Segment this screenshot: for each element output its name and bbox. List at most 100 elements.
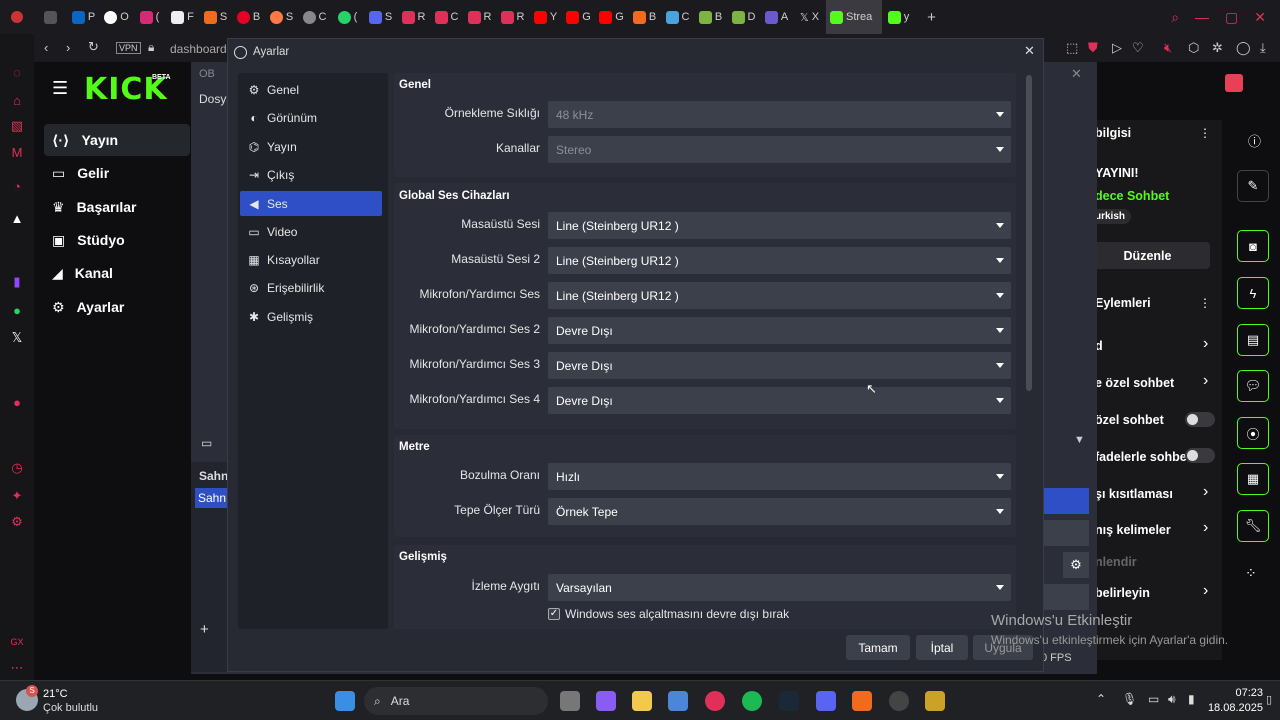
browser-tab[interactable]: y (882, 0, 915, 34)
checkbox-checked-icon[interactable]: ✓ (548, 608, 560, 620)
browser-tab[interactable]: S (199, 0, 232, 34)
clock-time[interactable]: 07:23 (1211, 687, 1263, 699)
nav-item-output[interactable]: ⇥ Çıkış (240, 162, 382, 187)
download-icon[interactable]: ⤓ (1260, 40, 1266, 56)
browser-tab[interactable]: G (595, 0, 628, 34)
gx-icon[interactable]: GX (9, 634, 25, 650)
kick-nav-channel[interactable]: ◢ Kanal (44, 257, 190, 289)
browser-tab[interactable]: C (661, 0, 694, 34)
app-icon[interactable] (925, 691, 945, 711)
play-icon[interactable]: ▷ (1112, 40, 1122, 56)
browser-tab[interactable]: C (430, 0, 463, 34)
browser-tab[interactable]: 𝕏X (793, 0, 826, 34)
obs-icon[interactable] (889, 691, 909, 711)
desktop-audio-select[interactable]: Line (Steinberg UR12 ) (548, 212, 1011, 239)
kick-nav-achievements[interactable]: ♛ Başarılar (44, 191, 190, 223)
control-button[interactable] (1043, 584, 1089, 610)
cancel-button[interactable]: İptal (916, 635, 968, 660)
chevron-right-icon[interactable]: › (1203, 483, 1208, 501)
browser-tab[interactable]: S (364, 0, 397, 34)
dock-icon[interactable]: ▭ (201, 436, 212, 450)
nav-item-hotkeys[interactable]: ▦ Kısayollar (240, 247, 382, 272)
whatsapp-icon[interactable]: ● (9, 302, 25, 318)
browser-tab[interactable]: O (100, 0, 133, 34)
wrench-icon[interactable]: 🔧︎ (1237, 510, 1269, 542)
kick-nav-stream[interactable]: ⟨·⟩ Yayın (44, 124, 190, 156)
clock-date[interactable]: 18.08.2025 (1205, 702, 1263, 714)
volume-icon[interactable]: 🔊︎ (1168, 692, 1176, 707)
nav-item-audio[interactable]: ◀︎ Ses (240, 191, 382, 216)
browser-tab[interactable]: D (727, 0, 760, 34)
chevron-up-icon[interactable]: ⌃ (1096, 692, 1106, 706)
kick-nav-settings[interactable]: ⚙ Ayarlar (44, 291, 190, 323)
browser-tab[interactable] (34, 0, 67, 34)
mic-aux-3-select[interactable]: Devre Dışı (548, 352, 1011, 379)
task-view-icon[interactable] (560, 691, 580, 711)
minimize-icon[interactable]: — (1195, 9, 1209, 25)
twitch-icon[interactable]: ▮ (9, 274, 25, 290)
action-item[interactable]: nlendir (1095, 555, 1137, 569)
heart-icon[interactable]: ♡ (1132, 40, 1144, 56)
lightning-icon[interactable]: ϟ (1237, 277, 1269, 309)
chevron-right-icon[interactable]: › (1203, 372, 1208, 390)
snapshot-icon[interactable]: ⬚ (1066, 40, 1078, 56)
browser-tab[interactable]: S (265, 0, 298, 34)
close-icon[interactable]: ✕ (1071, 66, 1082, 82)
adblock-icon[interactable]: ⛊ (1088, 40, 1098, 56)
mic-aux-4-select[interactable]: Devre Dışı (548, 387, 1011, 414)
desktop-audio-2-select[interactable]: Line (Steinberg UR12 ) (548, 247, 1011, 274)
vpn-badge[interactable]: VPN (116, 42, 141, 54)
mic-aux-2-select[interactable]: Devre Dışı (548, 317, 1011, 344)
browser-tab[interactable]: A (760, 0, 793, 34)
start-icon[interactable] (335, 691, 355, 711)
action-item[interactable]: nış kelimeler (1095, 523, 1171, 537)
x-icon[interactable]: 𝕏 (9, 330, 25, 346)
reload-icon[interactable]: ↻ (88, 39, 99, 55)
notifications-icon[interactable]: ▯ (1266, 693, 1272, 706)
new-tab-button[interactable]: + (915, 0, 948, 34)
browser-tab[interactable]: Y (529, 0, 562, 34)
nav-item-advanced[interactable]: ✱ Gelişmiş (240, 304, 382, 329)
sample-rate-select[interactable]: 48 kHz (548, 101, 1011, 128)
browser-tab[interactable]: B (232, 0, 265, 34)
monitoring-device-select[interactable]: Varsayılan (548, 574, 1011, 601)
steam-icon[interactable] (779, 691, 799, 711)
forward-icon[interactable]: › (66, 40, 70, 55)
scene-item[interactable]: Sahn (195, 488, 227, 508)
profile-icon[interactable]: ◯ (1236, 40, 1251, 56)
action-item[interactable]: belirleyin (1095, 586, 1150, 600)
browser-tab[interactable]: R (397, 0, 430, 34)
more-icon[interactable]: ⋮ (1199, 126, 1211, 140)
mic-aux-select[interactable]: Line (Steinberg UR12 ) (548, 282, 1011, 309)
browser-tab[interactable]: ( (133, 0, 166, 34)
puzzle-icon[interactable]: ✲ (1212, 40, 1223, 56)
workspace-icon[interactable] (0, 0, 34, 34)
browser-tab[interactable]: R (463, 0, 496, 34)
edit-icon[interactable]: ✎ (1237, 170, 1269, 202)
browser-tab[interactable]: G (562, 0, 595, 34)
chevron-right-icon[interactable]: › (1203, 582, 1208, 600)
address-input[interactable]: dashboard (170, 42, 227, 56)
settings-icon[interactable]: ⚙ (9, 514, 25, 530)
browser-tab[interactable]: R (496, 0, 529, 34)
opera-gx-icon[interactable] (705, 691, 725, 711)
chevron-right-icon[interactable]: › (1203, 519, 1208, 537)
extensions-icon[interactable]: ✦ (9, 488, 25, 504)
crypto-icon[interactable]: ⌂ (9, 92, 25, 108)
browser-tab[interactable]: C (298, 0, 331, 34)
nav-item-stream[interactable]: ⌬ Yayın (240, 134, 382, 159)
hamburger-icon[interactable]: ☰ (52, 78, 68, 99)
browser-tab[interactable]: ( (331, 0, 364, 34)
maximize-icon[interactable]: ▢ (1225, 9, 1238, 26)
chat-icon[interactable]: 💬︎ (1237, 370, 1269, 402)
search-box[interactable]: ⌕ Ara (364, 687, 548, 715)
browser-tab[interactable]: P (67, 0, 100, 34)
copilot-icon[interactable] (596, 691, 616, 711)
action-item[interactable]: özel sohbet (1095, 413, 1164, 427)
ducking-checkbox-row[interactable]: ✓ Windows ses alçaltmasını devre dışı bı… (548, 607, 789, 621)
decay-rate-select[interactable]: Hızlı (548, 463, 1011, 490)
microphone-icon[interactable]: 🎙︎ (1122, 692, 1137, 706)
flow-icon[interactable]: ▧ (9, 118, 25, 134)
gear-icon[interactable]: ⚙ (1063, 552, 1089, 578)
nav-item-general[interactable]: ⚙ Genel (240, 77, 382, 102)
